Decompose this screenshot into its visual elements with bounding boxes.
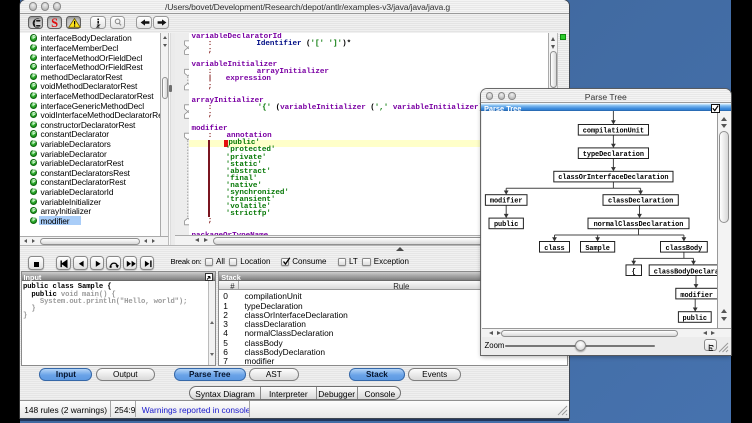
svg-text:classOrInterfaceDeclaration: classOrInterfaceDeclaration: [558, 174, 668, 182]
svg-text:modifier: modifier: [490, 198, 523, 206]
svg-text:typeDeclaration: typeDeclaration: [583, 151, 644, 159]
svg-text:public: public: [683, 315, 708, 323]
svg-text:Sample: Sample: [585, 245, 610, 253]
svg-text:normalClassDeclaration: normalClassDeclaration: [594, 221, 684, 229]
svg-text:compilationUnit: compilationUnit: [583, 127, 644, 135]
svg-text:classBodyDeclaration: classBodyDeclaration: [654, 268, 717, 276]
svg-text:classBody: classBody: [666, 245, 703, 253]
svg-text:public: public: [494, 221, 519, 229]
svg-text:class: class: [544, 245, 564, 253]
svg-text:classDeclaration: classDeclaration: [608, 198, 673, 206]
svg-text:{: {: [632, 268, 636, 276]
svg-text:modifier: modifier: [680, 292, 713, 300]
